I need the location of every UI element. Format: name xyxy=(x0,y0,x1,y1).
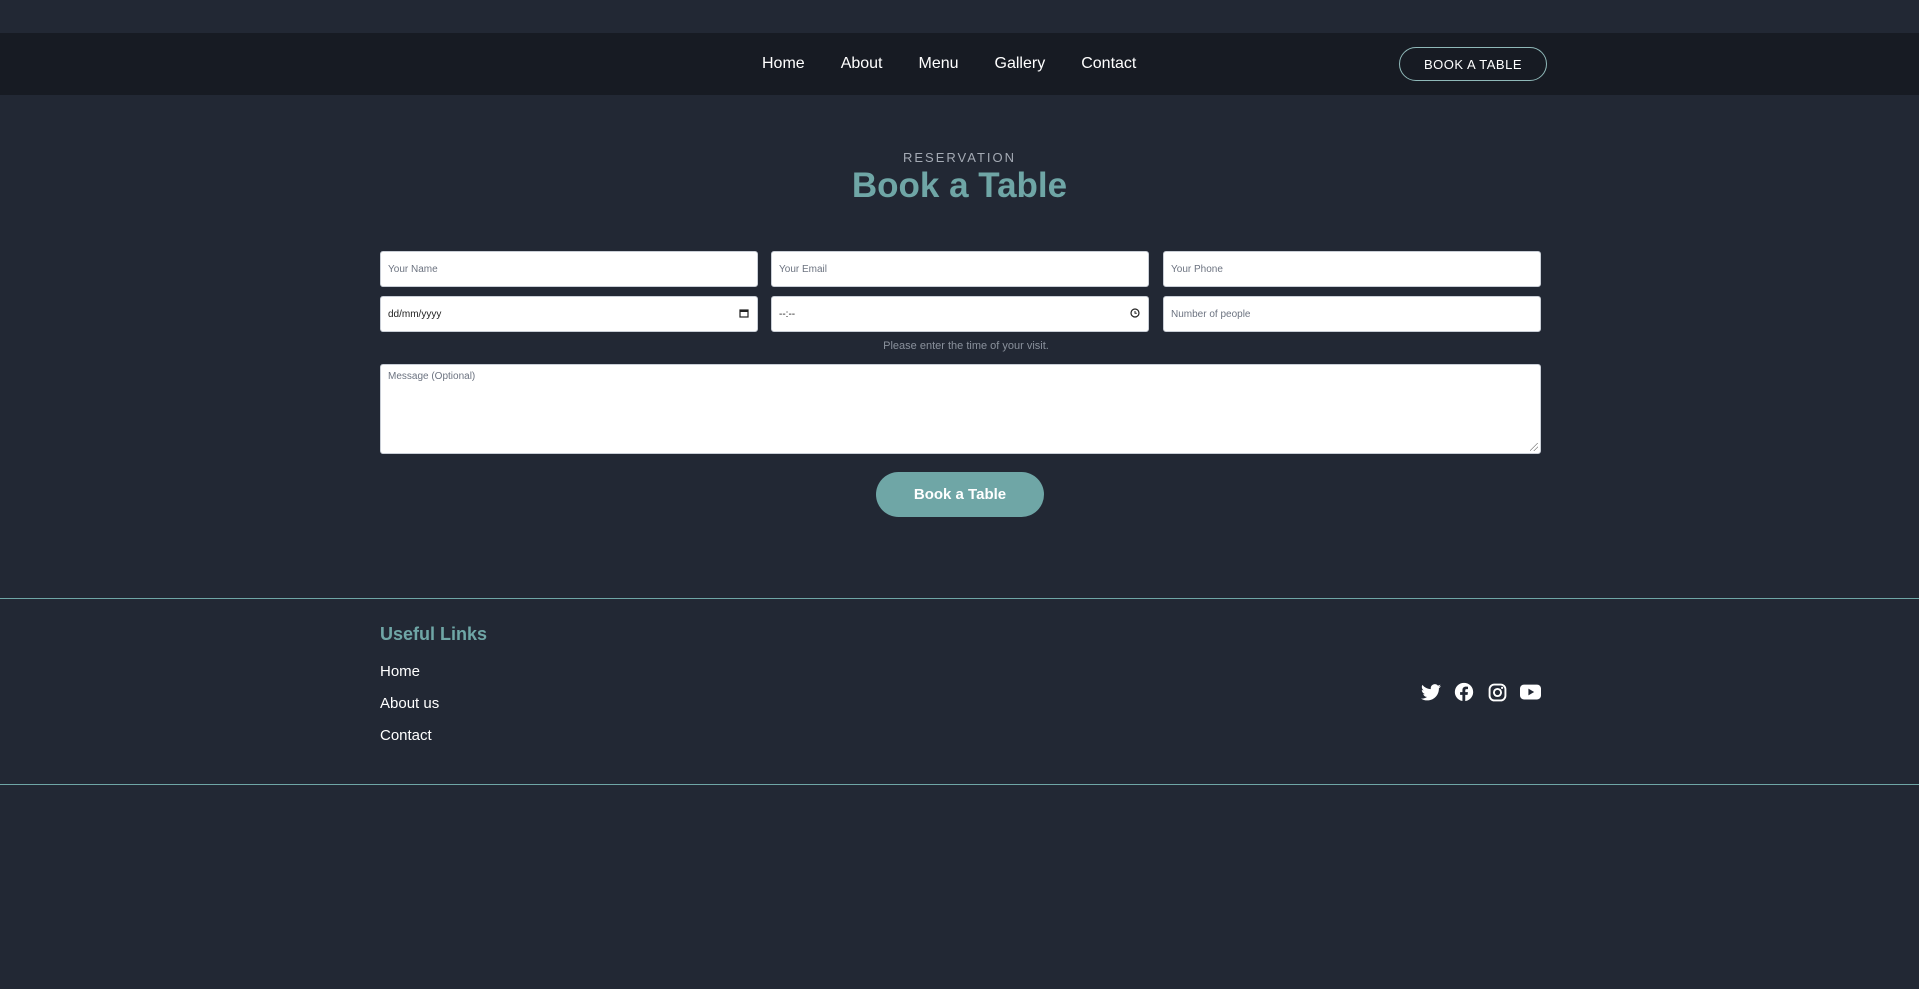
nav-link-gallery[interactable]: Gallery xyxy=(995,55,1046,73)
time-hint: Please enter the time of your visit. xyxy=(883,340,1049,352)
time-input[interactable]: --:-- xyxy=(771,296,1149,332)
section-title: Book a Table xyxy=(851,166,1068,205)
people-input[interactable]: Number of people xyxy=(1163,296,1541,332)
book-table-nav-button[interactable]: BOOK A TABLE xyxy=(1399,47,1547,81)
email-input[interactable]: Your Email xyxy=(771,251,1149,287)
footer-link-contact[interactable]: Contact xyxy=(380,727,432,744)
social-links xyxy=(1420,681,1541,703)
date-input[interactable]: dd/mm/yyyy xyxy=(380,296,758,332)
clock-icon[interactable] xyxy=(1130,308,1140,321)
phone-input[interactable]: Your Phone xyxy=(1163,251,1541,287)
email-input-placeholder: Your Email xyxy=(779,263,827,275)
nav-link-menu[interactable]: Menu xyxy=(919,55,959,73)
instagram-icon[interactable] xyxy=(1486,681,1508,703)
nav-link-contact[interactable]: Contact xyxy=(1081,55,1136,73)
facebook-icon[interactable] xyxy=(1453,681,1475,703)
nav-links: Home About Menu Gallery Contact xyxy=(762,33,1136,95)
footer-title: Useful Links xyxy=(380,624,488,644)
nav-link-about[interactable]: About xyxy=(841,55,883,73)
footer-link-home[interactable]: Home xyxy=(380,663,420,680)
section-subtitle: RESERVATION xyxy=(902,150,1017,165)
resize-handle-icon[interactable] xyxy=(1530,443,1538,451)
youtube-icon[interactable] xyxy=(1519,681,1541,703)
twitter-icon[interactable] xyxy=(1420,681,1442,703)
name-input-placeholder: Your Name xyxy=(388,263,438,275)
footer-top-divider xyxy=(0,598,1919,599)
book-table-submit-button[interactable]: Book a Table xyxy=(876,472,1044,517)
message-placeholder: Message (Optional) xyxy=(388,371,476,382)
calendar-icon[interactable] xyxy=(739,308,749,321)
phone-input-placeholder: Your Phone xyxy=(1171,263,1223,275)
nav-link-home[interactable]: Home xyxy=(762,55,805,73)
name-input[interactable]: Your Name xyxy=(380,251,758,287)
footer-link-about[interactable]: About us xyxy=(380,695,439,712)
date-input-value: dd/mm/yyyy xyxy=(388,308,442,320)
people-input-placeholder: Number of people xyxy=(1171,308,1251,320)
navbar: Home About Menu Gallery Contact BOOK A T… xyxy=(0,33,1919,95)
message-textarea[interactable]: Message (Optional) xyxy=(380,364,1541,454)
footer-bottom-divider xyxy=(0,784,1919,785)
time-input-value: --:-- xyxy=(779,308,796,320)
